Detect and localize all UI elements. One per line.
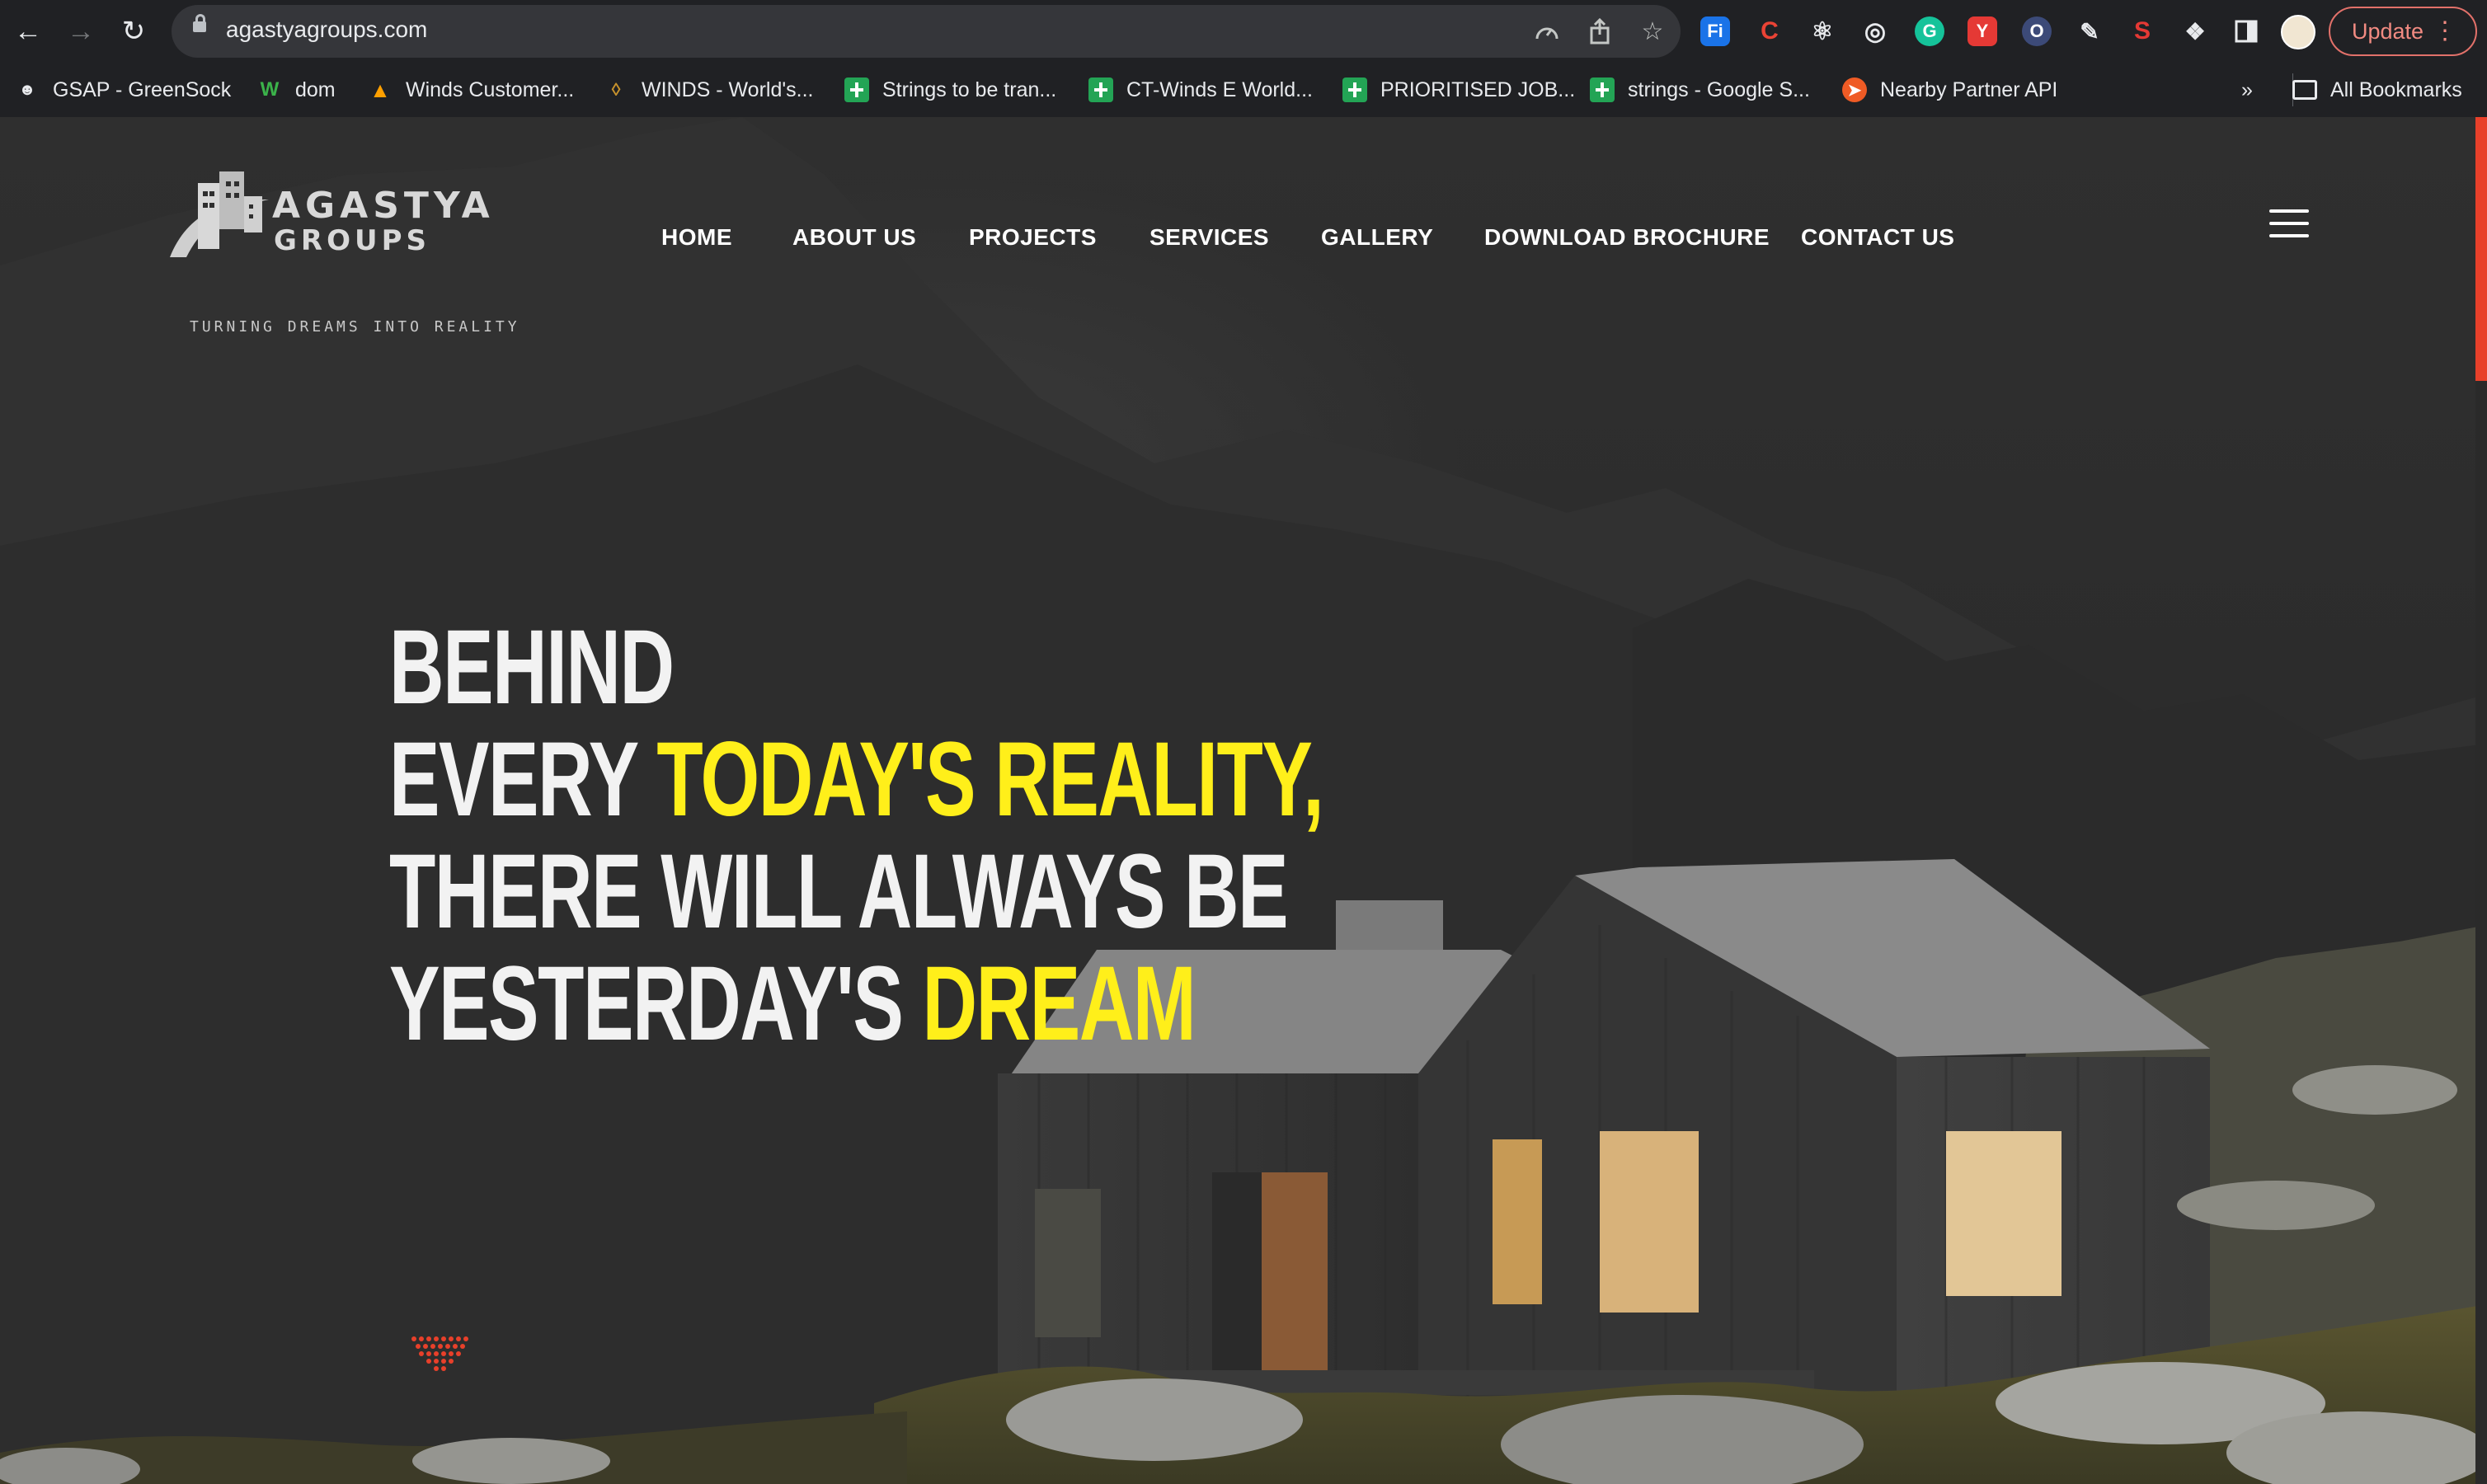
all-bookmarks-button[interactable]: All Bookmarks bbox=[2292, 76, 2462, 104]
scroll-down-icon[interactable] bbox=[411, 1336, 473, 1375]
hero-line-3: THERE WILL ALWAYS BE bbox=[389, 833, 1289, 951]
s-extension-icon[interactable]: S bbox=[2127, 16, 2157, 46]
lock-icon bbox=[193, 14, 206, 32]
hero-highlight-dream: DREAM bbox=[922, 945, 1196, 1063]
side-panel-icon[interactable] bbox=[2231, 16, 2261, 46]
bookmark-label: Winds Customer... bbox=[406, 77, 575, 101]
hero-highlight-reality: TODAY'S REALITY, bbox=[656, 721, 1323, 838]
browser-toolbar: ← → ↻ agastyagroups.com ☆ Fi C ⚛ ◎ G Y O… bbox=[0, 0, 2487, 63]
site-logo[interactable]: AGASTYA GROUPS TURNING DREAMS INTO REALI… bbox=[162, 167, 517, 336]
bookmark-item[interactable]: ◊ WINDS - World's... bbox=[604, 76, 814, 104]
hero-line-2: EVERY TODAY'S REALITY, bbox=[389, 721, 1324, 838]
more-menu-icon[interactable]: ⋮ bbox=[2433, 16, 2457, 45]
bookmark-star-icon[interactable]: ☆ bbox=[1636, 15, 1669, 48]
bookmark-label: GSAP - GreenSock bbox=[53, 77, 232, 101]
bookmark-item[interactable]: CT-Winds E World... bbox=[1088, 76, 1313, 104]
update-button[interactable]: Update ⋮ bbox=[2329, 7, 2477, 56]
bookmark-item[interactable]: ➤ Nearby Partner API bbox=[1842, 76, 2057, 104]
performance-icon[interactable] bbox=[1530, 15, 1563, 48]
bookmarks-bar: ☻ GSAP - GreenSock W dom ▲ Winds Custome… bbox=[0, 63, 2487, 118]
puzzle-extensions-icon[interactable]: ❖ bbox=[2180, 16, 2210, 46]
grammarly-icon[interactable]: G bbox=[1915, 16, 1944, 46]
sheets-icon bbox=[1088, 77, 1113, 102]
bookmark-item[interactable]: strings - Google S... bbox=[1590, 76, 1810, 104]
bookmark-label: dom bbox=[295, 77, 336, 101]
c-extension-icon[interactable]: C bbox=[1755, 16, 1784, 46]
scrollbar-thumb[interactable] bbox=[2475, 117, 2487, 381]
reload-icon[interactable]: ↻ bbox=[114, 12, 153, 51]
url-text[interactable]: agastyagroups.com bbox=[226, 16, 427, 43]
eyedropper-icon[interactable]: ✎ bbox=[2075, 16, 2104, 46]
hero-line-2-text: EVERY bbox=[389, 721, 657, 838]
hero-line-1: BEHIND bbox=[389, 608, 675, 726]
sheets-icon bbox=[1342, 77, 1367, 102]
bookmark-label: Strings to be tran... bbox=[882, 77, 1057, 101]
folder-icon bbox=[2292, 80, 2317, 100]
hero-headline: BEHIND EVERY TODAY'S REALITY, THERE WILL… bbox=[389, 608, 1324, 1063]
nav-download-brochure[interactable]: DOWNLOAD BROCHURE bbox=[1484, 224, 1770, 251]
logo-text-primary: AGASTYA bbox=[272, 185, 495, 227]
postman-icon: ➤ bbox=[1842, 77, 1867, 102]
forward-arrow-icon[interactable]: → bbox=[61, 12, 101, 51]
update-label: Update bbox=[2352, 18, 2424, 44]
hero-line-4: YESTERDAY'S DREAM bbox=[389, 945, 1196, 1063]
logo-building-icon bbox=[170, 171, 269, 257]
nav-services[interactable]: SERVICES bbox=[1149, 224, 1269, 251]
bookmark-item[interactable]: PRIORITISED JOB... bbox=[1342, 76, 1575, 104]
bookmark-label: PRIORITISED JOB... bbox=[1380, 77, 1576, 101]
foreground-rocks bbox=[0, 1411, 907, 1484]
winds-icon: ◊ bbox=[611, 79, 621, 100]
bookmark-item[interactable]: ▲ Winds Customer... bbox=[368, 76, 574, 104]
fi-extension-icon[interactable]: Fi bbox=[1700, 16, 1730, 46]
bookmark-item[interactable]: ☻ GSAP - GreenSock bbox=[15, 76, 231, 104]
sheets-icon bbox=[844, 77, 869, 102]
translate-extension-icon[interactable]: Y bbox=[1968, 16, 1997, 46]
greensock-icon: ☻ bbox=[18, 80, 36, 99]
bookmark-label: Nearby Partner API bbox=[1880, 77, 2058, 101]
firebase-icon: ▲ bbox=[369, 77, 391, 102]
bookmark-label: CT-Winds E World... bbox=[1126, 77, 1313, 101]
profile-avatar[interactable] bbox=[2281, 15, 2315, 49]
bookmark-item[interactable]: Strings to be tran... bbox=[844, 76, 1056, 104]
target-extension-icon[interactable]: ◎ bbox=[1860, 16, 1890, 46]
nav-gallery[interactable]: GALLERY bbox=[1321, 224, 1433, 251]
bookmarks-overflow-button[interactable]: » bbox=[2241, 76, 2253, 104]
share-icon[interactable] bbox=[1583, 15, 1616, 48]
nav-about-us[interactable]: ABOUT US bbox=[792, 224, 916, 251]
logo-tagline: TURNING DREAMS INTO REALITY bbox=[190, 318, 520, 336]
circle-extension-icon[interactable]: O bbox=[2022, 16, 2052, 46]
bookmark-label: strings - Google S... bbox=[1628, 77, 1810, 101]
hero-line-4-text: YESTERDAY'S bbox=[389, 945, 923, 1063]
sheets-icon bbox=[1590, 77, 1615, 102]
nav-contact-us[interactable]: CONTACT US bbox=[1801, 224, 1954, 251]
hamburger-menu-icon[interactable] bbox=[2269, 209, 2309, 239]
logo-text-secondary: GROUPS bbox=[274, 224, 431, 257]
webflow-icon: W bbox=[260, 78, 280, 101]
bookmark-label: WINDS - World's... bbox=[642, 77, 814, 101]
all-bookmarks-label: All Bookmarks bbox=[2330, 77, 2462, 101]
nav-projects[interactable]: PROJECTS bbox=[969, 224, 1097, 251]
bookmark-item[interactable]: W dom bbox=[257, 76, 336, 104]
address-bar[interactable]: agastyagroups.com ☆ bbox=[172, 5, 1681, 58]
react-devtools-icon[interactable]: ⚛ bbox=[1808, 16, 1837, 46]
hero-section: AGASTYA GROUPS TURNING DREAMS INTO REALI… bbox=[0, 117, 2487, 1484]
nav-home[interactable]: HOME bbox=[661, 224, 732, 251]
back-arrow-icon[interactable]: ← bbox=[8, 12, 48, 51]
